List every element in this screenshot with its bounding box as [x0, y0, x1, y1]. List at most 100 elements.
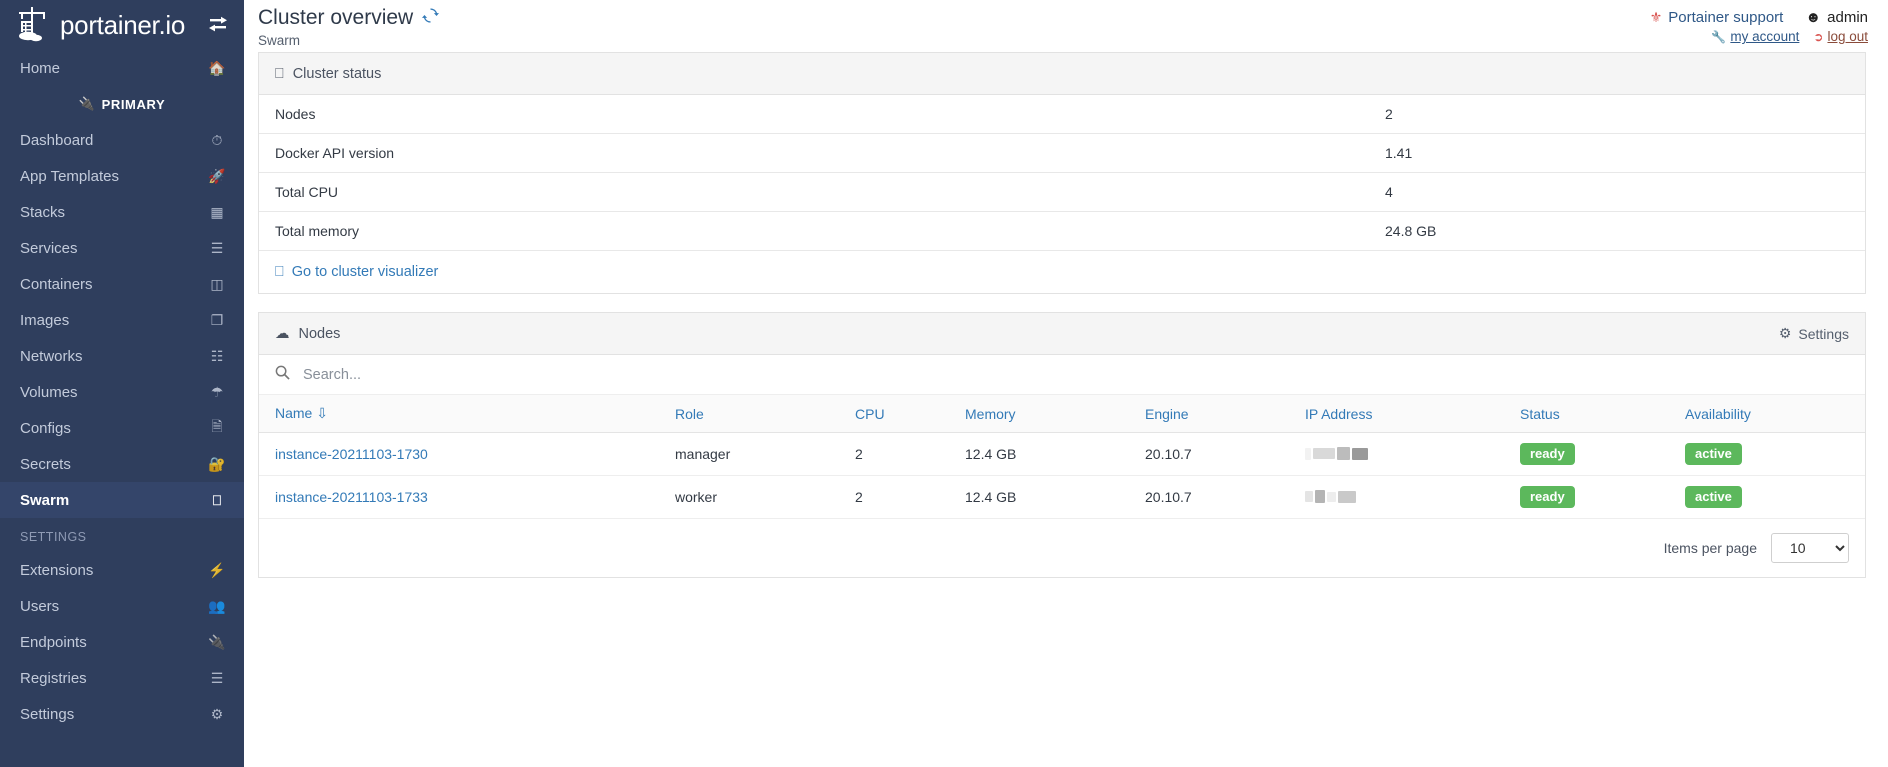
sidebar-item-networks[interactable]: Networks ☷	[0, 338, 244, 374]
topbar-right: ⚜ Portainer support ☻ admin 🔧 my account…	[1650, 4, 1868, 44]
node-status-cell: ready	[1504, 432, 1669, 476]
object-group-icon: ⎕	[275, 264, 284, 280]
sidebar-section-settings: SETTINGS	[20, 530, 87, 544]
bolt-icon: ⚡	[208, 561, 226, 578]
column-header-name[interactable]: Name ⇩	[259, 395, 659, 433]
sidebar-item-users[interactable]: Users 👥	[0, 588, 244, 624]
node-engine-cell: 20.10.7	[1129, 432, 1289, 476]
sidebar-item-settings[interactable]: Settings ⚙	[0, 696, 244, 732]
items-per-page-select[interactable]: 102550100	[1771, 533, 1849, 563]
search-icon	[275, 365, 290, 384]
sidebar-item-label: App Templates	[20, 167, 119, 185]
column-header-role[interactable]: Role	[659, 395, 839, 433]
username-label: admin	[1827, 9, 1868, 26]
pagination-footer: Items per page 102550100	[259, 519, 1865, 577]
sidebar-item-containers[interactable]: Containers ◫	[0, 266, 244, 302]
sidebar-item-secrets[interactable]: Secrets 🔐	[0, 446, 244, 482]
node-memory-cell: 12.4 GB	[949, 432, 1129, 476]
cluster-status-value: 2	[1369, 95, 1865, 134]
availability-badge: active	[1685, 486, 1742, 508]
sidebar-item-services[interactable]: Services ☰	[0, 230, 244, 266]
column-header-engine[interactable]: Engine	[1129, 395, 1289, 433]
sidebar-item-dashboard[interactable]: Dashboard ⏱	[0, 122, 244, 158]
sidebar-item-label: Services	[20, 239, 78, 257]
node-name-link[interactable]: instance-20211103-1730	[275, 446, 428, 462]
sidebar-item-label: Extensions	[20, 561, 94, 579]
sidebar-item-label: Home	[20, 59, 61, 77]
sidebar-item-configs[interactable]: Configs 🗎	[0, 410, 244, 446]
topbar-row-secondary: 🔧 my account ➲ log out	[1650, 29, 1868, 44]
nodes-table-header-row: Name ⇩ Role CPU Memory Engine IP Address…	[259, 395, 1865, 433]
node-cpu-cell: 2	[839, 475, 949, 519]
sidebar-item-registries[interactable]: Registries ☰	[0, 660, 244, 696]
topbar-row-primary: ⚜ Portainer support ☻ admin	[1650, 9, 1868, 26]
sidebar-item-swarm[interactable]: Swarm ⎕	[0, 482, 244, 518]
hdd-icon: ☁	[275, 325, 290, 342]
collapse-sidebar-icon[interactable]	[206, 14, 230, 37]
sidebar-section-primary: 🔌 PRIMARY	[0, 86, 244, 122]
sidebar-item-volumes[interactable]: Volumes ☂	[0, 374, 244, 410]
sidebar-item-endpoints[interactable]: Endpoints 🔌	[0, 624, 244, 660]
portainer-whale-crane-logo-icon	[16, 5, 56, 45]
log-out-link[interactable]: ➲ log out	[1813, 29, 1868, 44]
column-header-availability[interactable]: Availability	[1669, 395, 1865, 433]
column-header-memory[interactable]: Memory	[949, 395, 1129, 433]
nodes-settings-button[interactable]: ⚙ Settings	[1779, 325, 1849, 342]
node-ip-address-cell	[1289, 432, 1504, 476]
node-availability-cell: active	[1669, 432, 1865, 476]
list-alt-icon: ☰	[210, 239, 224, 256]
node-name-cell: instance-20211103-1730	[259, 432, 659, 476]
sidebar-item-app-templates[interactable]: App Templates 🚀	[0, 158, 244, 194]
user-menu[interactable]: ☻ admin	[1805, 9, 1868, 26]
page-title-text: Cluster overview	[258, 6, 414, 29]
sidebar-item-home[interactable]: Home 🏠	[0, 50, 244, 86]
search-input[interactable]	[301, 365, 701, 384]
hdd-icon: ☂	[210, 383, 224, 400]
column-header-label: Name	[275, 405, 313, 421]
sidebar-item-extensions[interactable]: Extensions ⚡	[0, 552, 244, 588]
brand-name: portainer.io	[60, 9, 186, 40]
column-header-ip-address[interactable]: IP Address	[1289, 395, 1504, 433]
nodes-search-row	[259, 355, 1865, 395]
node-name-link[interactable]: instance-20211103-1733	[275, 489, 428, 505]
sidebar-item-label: Secrets	[20, 455, 71, 473]
sign-out-icon: ➲	[1813, 29, 1824, 44]
object-group-icon: ⎕	[212, 491, 222, 508]
wrench-icon: 🔧	[1711, 29, 1727, 44]
sitemap-icon: ☷	[210, 347, 224, 364]
sidebar-item-label: Stacks	[20, 203, 66, 221]
cluster-status-panel-title-wrap: ⎕ Cluster status	[275, 66, 381, 82]
node-memory-cell: 12.4 GB	[949, 475, 1129, 519]
column-header-cpu[interactable]: CPU	[839, 395, 949, 433]
node-role-cell: worker	[659, 475, 839, 519]
cluster-status-value: 24.8 GB	[1369, 211, 1865, 251]
nodes-settings-label: Settings	[1798, 325, 1849, 342]
plug-icon: 🔌	[78, 96, 96, 111]
nodes-panel-title-wrap: ☁ Nodes	[275, 326, 340, 342]
nodes-panel: ☁ Nodes ⚙ Settings Search... Name ⇩ Role…	[258, 312, 1866, 578]
topbar: Cluster overview Swarm ⚜ Portainer suppo…	[244, 0, 1888, 52]
cluster-status-key: Nodes	[259, 95, 1369, 134]
portainer-support-link[interactable]: ⚜ Portainer support	[1650, 9, 1784, 26]
my-account-label: my account	[1730, 29, 1800, 44]
refresh-icon[interactable]	[422, 7, 440, 29]
brand-left: portainer.io	[16, 5, 185, 45]
key-icon: 🔐	[208, 455, 226, 472]
table-row: Total memory 24.8 GB	[259, 211, 1865, 251]
column-header-status[interactable]: Status	[1504, 395, 1669, 433]
node-ip-address-cell	[1289, 475, 1504, 519]
database-icon: ☰	[210, 669, 224, 686]
cluster-visualizer-row: ⎕ Go to cluster visualizer	[259, 251, 1865, 293]
my-account-link[interactable]: 🔧 my account	[1711, 29, 1799, 44]
table-row: Total CPU 4	[259, 172, 1865, 212]
cluster-status-panel-header: ⎕ Cluster status	[259, 53, 1865, 95]
cluster-status-value: 1.41	[1369, 133, 1865, 173]
cluster-status-panel-title: Cluster status	[292, 65, 382, 82]
sort-alpha-down-icon: ⇩	[316, 405, 328, 421]
go-to-cluster-visualizer-link[interactable]: ⎕ Go to cluster visualizer	[275, 264, 438, 280]
page-title-wrap: Cluster overview Swarm	[258, 4, 440, 48]
sidebar-item-stacks[interactable]: Stacks ▦	[0, 194, 244, 230]
app-root: portainer.io Home 🏠 🔌 PRIMARY Dashboard …	[0, 0, 1888, 767]
node-name-cell: instance-20211103-1733	[259, 475, 659, 519]
sidebar-item-images[interactable]: Images ❐	[0, 302, 244, 338]
